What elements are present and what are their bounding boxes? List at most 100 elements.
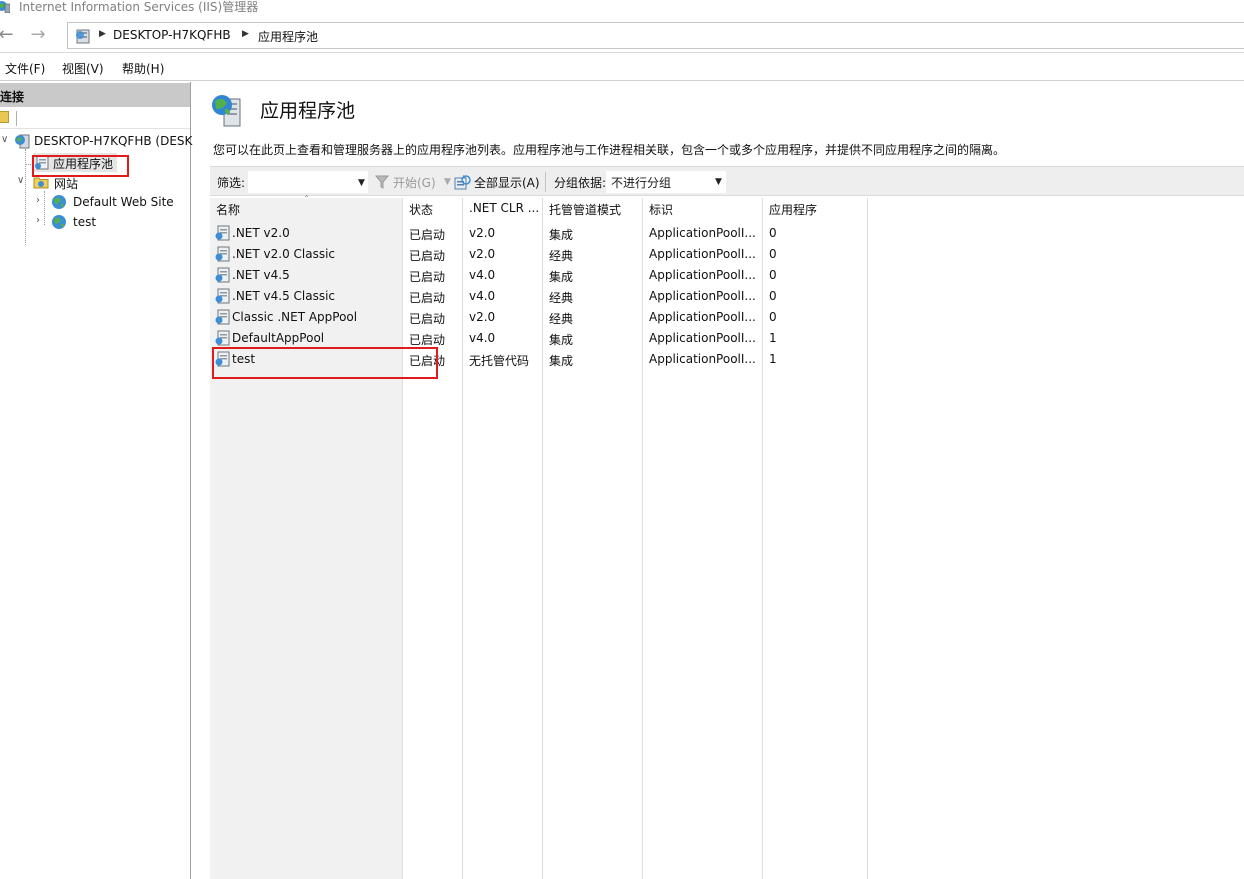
cell-identity: ApplicationPoolI...	[649, 331, 756, 345]
tree-label-default-web-site[interactable]: Default Web Site	[73, 195, 174, 209]
cell-identity: ApplicationPoolI...	[649, 352, 756, 366]
group-by-label: 分组依据:	[554, 176, 607, 190]
chevron-right-icon[interactable]: ›	[36, 215, 40, 226]
app-pool-icon	[215, 309, 230, 325]
column-header-clr[interactable]: .NET CLR ...	[469, 201, 539, 215]
server-icon	[15, 134, 30, 149]
cell-clr: v2.0	[469, 226, 496, 240]
cell-identity: ApplicationPoolI...	[649, 268, 756, 282]
back-arrow-icon[interactable]: ←	[0, 25, 16, 45]
title-bar: Internet Information Services (IIS)管理器	[0, 0, 1244, 18]
breadcrumb[interactable]: ▶ DESKTOP-H7KQFHB ▶ 应用程序池	[67, 22, 1244, 49]
window-title: Internet Information Services (IIS)管理器	[19, 0, 259, 14]
table-row[interactable]: Classic .NET AppPool 已启动 v2.0 经典 Application…	[210, 307, 868, 328]
breadcrumb-app-pools[interactable]: 应用程序池	[258, 28, 318, 45]
cell-mode: 集成	[549, 228, 574, 242]
chevron-right-icon[interactable]: ›	[36, 195, 40, 206]
cell-mode: 集成	[549, 354, 574, 368]
chevron-down-icon[interactable]: ∨	[17, 175, 24, 186]
annotation-box	[32, 155, 129, 177]
table-row[interactable]: .NET v2.0 已启动 v2.0 集成 ApplicationPoolI... 0	[210, 223, 868, 244]
sort-ascending-icon[interactable]: ˆ	[304, 195, 309, 206]
cell-clr: v4.0	[469, 289, 496, 303]
app-pool-icon	[215, 246, 230, 262]
menu-view[interactable]: 视图(V)	[62, 60, 104, 77]
cell-status: 已启动	[409, 291, 446, 305]
column-header-applications[interactable]: 应用程序	[769, 201, 817, 218]
cell-clr: v4.0	[469, 268, 496, 282]
chevron-down-icon[interactable]: ▼	[444, 177, 451, 187]
column-header-name[interactable]: 名称	[216, 201, 240, 218]
page-title: 应用程序池	[260, 100, 356, 122]
cell-status: 已启动	[409, 333, 446, 347]
breadcrumb-server[interactable]: DESKTOP-H7KQFHB	[113, 28, 231, 42]
cell-apps: 0	[769, 226, 777, 240]
show-all-icon	[454, 175, 471, 190]
show-all-button[interactable]: 全部显示(A)	[474, 174, 540, 191]
tree-label-test[interactable]: test	[73, 215, 96, 229]
address-bar: ← → ▶ DESKTOP-H7KQFHB ▶ 应用程序池	[0, 18, 1244, 53]
app-pool-icon	[215, 288, 230, 304]
cell-apps: 1	[769, 331, 777, 345]
new-connection-icon[interactable]	[0, 111, 9, 123]
breadcrumb-separator-icon[interactable]: ▶	[99, 29, 106, 39]
table-row[interactable]: DefaultAppPool 已启动 v4.0 集成 ApplicationPoolI.…	[210, 328, 868, 349]
table-row[interactable]: .NET v4.5 已启动 v4.0 集成 ApplicationPoolI... 0	[210, 265, 868, 286]
column-header-pipeline-mode[interactable]: 托管管道模式	[549, 201, 621, 218]
group-by-value[interactable]: 不进行分组	[611, 174, 671, 191]
cell-mode: 经典	[549, 291, 574, 305]
cell-name: .NET v4.5	[232, 268, 290, 282]
cell-name: .NET v2.0 Classic	[232, 247, 336, 261]
cell-name: .NET v4.5 Classic	[232, 289, 336, 303]
main-panel: 应用程序池 您可以在此页上查看和管理服务器上的应用程序池列表。应用程序池与工作进…	[196, 82, 1244, 879]
tree-item-default-web-site[interactable]: › Default Web Site	[0, 193, 191, 212]
cell-mode: 集成	[549, 333, 574, 347]
chevron-down-icon[interactable]: ∨	[1, 134, 8, 145]
cell-clr: v2.0	[469, 310, 496, 324]
cell-mode: 经典	[549, 312, 574, 326]
iis-server-icon	[76, 29, 90, 44]
cell-identity: ApplicationPoolI...	[649, 226, 756, 240]
cell-apps: 0	[769, 247, 777, 261]
cell-clr: v4.0	[469, 331, 496, 345]
cell-mode: 经典	[549, 249, 574, 263]
column-header-identity[interactable]: 标识	[649, 201, 673, 218]
cell-name: .NET v2.0	[232, 226, 290, 240]
cell-name: Classic .NET AppPool	[232, 310, 358, 324]
tree-item-server[interactable]: ∨ DESKTOP-H7KQFHB (DESK	[0, 132, 192, 151]
start-filter-button[interactable]: 开始(G)	[393, 174, 436, 191]
cell-apps: 0	[769, 268, 777, 282]
cell-identity: ApplicationPoolI...	[649, 310, 756, 324]
app-pool-icon	[215, 225, 230, 241]
filter-input[interactable]: ▼	[248, 171, 368, 193]
breadcrumb-separator-icon[interactable]: ▶	[242, 29, 249, 39]
table-row[interactable]: .NET v2.0 Classic 已启动 v2.0 经典 ApplicationPoo…	[210, 244, 868, 265]
toolbar-divider	[16, 111, 17, 126]
cell-status: 已启动	[409, 270, 446, 284]
cell-name: DefaultAppPool	[232, 331, 325, 345]
tree-label-sites[interactable]: 网站	[54, 175, 78, 192]
cell-status: 已启动	[409, 228, 446, 242]
tree-label-server[interactable]: DESKTOP-H7KQFHB (DESK	[34, 134, 192, 148]
cell-apps: 1	[769, 352, 777, 366]
cell-status: 已启动	[409, 249, 446, 263]
group-by-select[interactable]: 不进行分组 ▼	[606, 171, 726, 193]
cell-apps: 0	[769, 289, 777, 303]
menu-help[interactable]: 帮助(H)	[122, 60, 164, 77]
globe-icon	[52, 195, 66, 209]
cell-apps: 0	[769, 310, 777, 324]
annotation-box	[212, 347, 438, 379]
chevron-down-icon[interactable]: ▼	[715, 177, 722, 187]
column-header-status[interactable]: 状态	[409, 201, 433, 218]
connections-header: 连接	[0, 83, 190, 107]
filter-label: 筛选:	[217, 176, 246, 190]
forward-arrow-icon[interactable]: →	[28, 25, 48, 45]
page-description: 您可以在此页上查看和管理服务器上的应用程序池列表。应用程序池与工作进程相关联，包…	[213, 143, 1006, 157]
table-row[interactable]: .NET v4.5 Classic 已启动 v4.0 经典 ApplicationPoo…	[210, 286, 868, 307]
tree-item-test[interactable]: › test	[0, 213, 191, 232]
chevron-down-icon[interactable]: ▼	[358, 178, 365, 188]
cell-status: 已启动	[409, 312, 446, 326]
menu-file[interactable]: 文件(F)	[5, 60, 45, 77]
connections-panel: 连接 ∨ DESKTOP-H7KQFHB (DESK 应用程序池 ∨ 网站 › …	[0, 82, 192, 879]
app-pool-icon	[215, 330, 230, 346]
